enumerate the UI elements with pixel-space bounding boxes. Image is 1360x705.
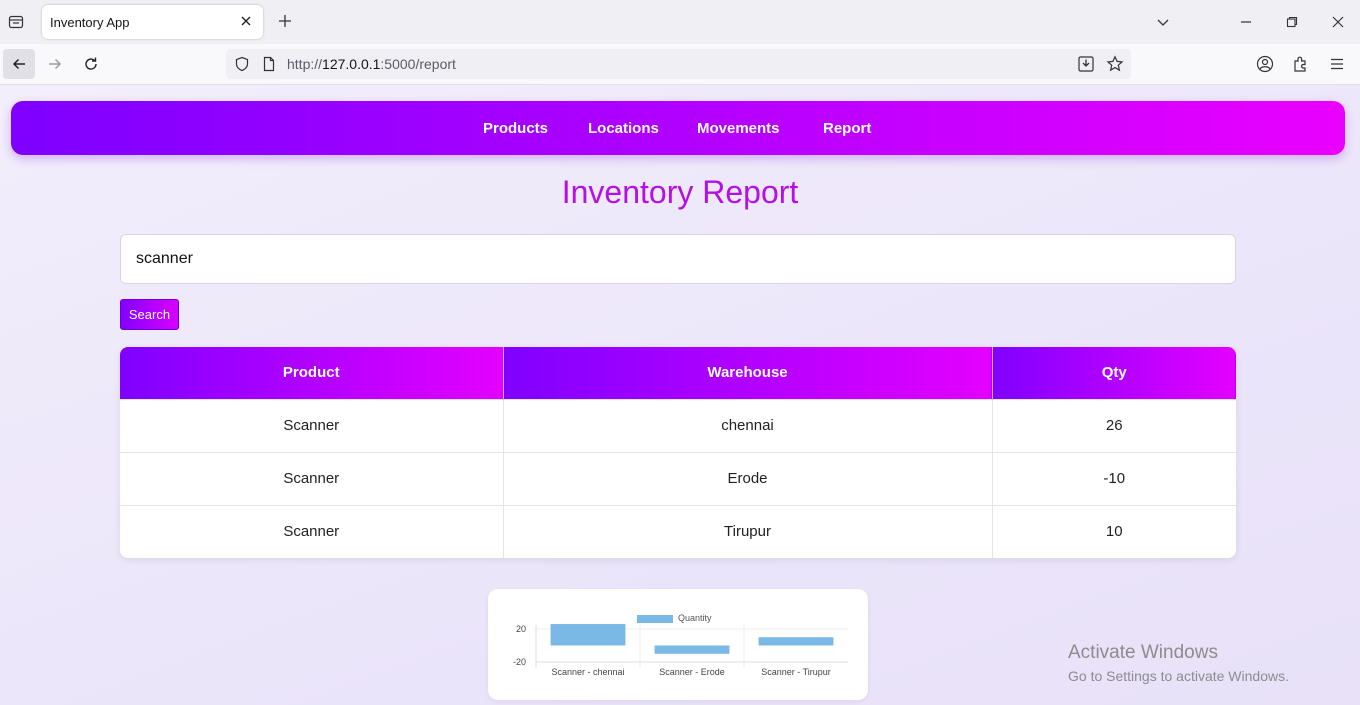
- browser-toolbar: http://127.0.0.1:5000/report: [0, 44, 1360, 85]
- y-tick-label: -20: [513, 657, 526, 667]
- restore-icon[interactable]: [1280, 10, 1304, 34]
- cell-warehouse: Tirupur: [502, 504, 992, 558]
- browser-tab[interactable]: Inventory App: [42, 5, 263, 39]
- cell-warehouse: Erode: [502, 451, 992, 505]
- quantity-bar-chart: Quantity 20 -20 Scanner - chennai Scanner - …: [513, 613, 848, 677]
- nav-link-products[interactable]: Products: [483, 120, 548, 137]
- legend-swatch: [637, 615, 673, 623]
- activate-windows-title: Activate Windows: [1068, 642, 1218, 663]
- page-content: Products Locations Movements Report Inve…: [0, 85, 1360, 705]
- nav-link-locations[interactable]: Locations: [588, 120, 659, 137]
- column-header-warehouse: Warehouse: [502, 347, 992, 399]
- cell-product: Scanner: [120, 451, 503, 505]
- cell-qty: -10: [991, 451, 1236, 505]
- y-tick-label: 20: [516, 624, 526, 634]
- page-icon[interactable]: [259, 54, 279, 74]
- back-arrow-icon[interactable]: [3, 49, 35, 79]
- cell-product: Scanner: [120, 504, 503, 558]
- address-bar[interactable]: http://127.0.0.1:5000/report: [226, 49, 1131, 79]
- table-row: Scanner Erode -10: [120, 451, 1236, 505]
- save-to-pocket-icon[interactable]: [1076, 54, 1096, 74]
- close-tab-icon[interactable]: [237, 12, 255, 30]
- inventory-table: Product Warehouse Qty Scanner chennai 26…: [120, 347, 1236, 558]
- chart-bar: [758, 637, 834, 646]
- table-header-row: Product Warehouse Qty: [120, 347, 1236, 399]
- app-navbar: Products Locations Movements Report: [11, 101, 1345, 155]
- reload-icon[interactable]: [75, 49, 107, 79]
- chevron-down-icon[interactable]: [1151, 10, 1175, 34]
- legend-label: Quantity: [678, 613, 712, 623]
- activate-windows-subtitle: Go to Settings to activate Windows.: [1068, 668, 1289, 684]
- new-tab-icon[interactable]: [274, 10, 296, 32]
- cell-warehouse: chennai: [502, 398, 992, 452]
- browser-tab-bar: Inventory App: [0, 0, 1360, 44]
- menu-hamburger-icon[interactable]: [1327, 54, 1347, 74]
- column-header-qty: Qty: [991, 347, 1236, 399]
- minimize-icon[interactable]: [1234, 10, 1258, 34]
- cell-product: Scanner: [120, 398, 503, 452]
- nav-link-report[interactable]: Report: [823, 120, 871, 137]
- chart-bar: [550, 624, 626, 646]
- bookmark-star-icon[interactable]: [1105, 54, 1125, 74]
- chart-card: Quantity 20 -20 Scanner - chennai Scanner - …: [488, 589, 868, 700]
- chart-bar: [654, 645, 730, 654]
- close-window-icon[interactable]: [1326, 10, 1350, 34]
- x-tick-label: Scanner - Erode: [659, 667, 725, 677]
- x-tick-label: Scanner - chennai: [551, 667, 624, 677]
- cell-qty: 10: [991, 504, 1236, 558]
- tab-title: Inventory App: [50, 15, 130, 30]
- extensions-icon[interactable]: [1291, 54, 1311, 74]
- shield-icon[interactable]: [232, 54, 252, 74]
- nav-link-movements[interactable]: Movements: [697, 120, 780, 137]
- column-header-product: Product: [120, 347, 503, 399]
- tab-list-icon[interactable]: [4, 10, 28, 34]
- x-tick-label: Scanner - Tirupur: [761, 667, 831, 677]
- search-button[interactable]: Search: [120, 299, 179, 330]
- forward-arrow-icon[interactable]: [39, 49, 71, 79]
- table-row: Scanner Tirupur 10: [120, 504, 1236, 558]
- table-row: Scanner chennai 26: [120, 398, 1236, 452]
- url-text: http://127.0.0.1:5000/report: [287, 56, 456, 72]
- account-icon[interactable]: [1255, 54, 1275, 74]
- search-input[interactable]: [120, 234, 1236, 284]
- cell-qty: 26: [991, 398, 1236, 452]
- page-title: Inventory Report: [561, 174, 799, 210]
